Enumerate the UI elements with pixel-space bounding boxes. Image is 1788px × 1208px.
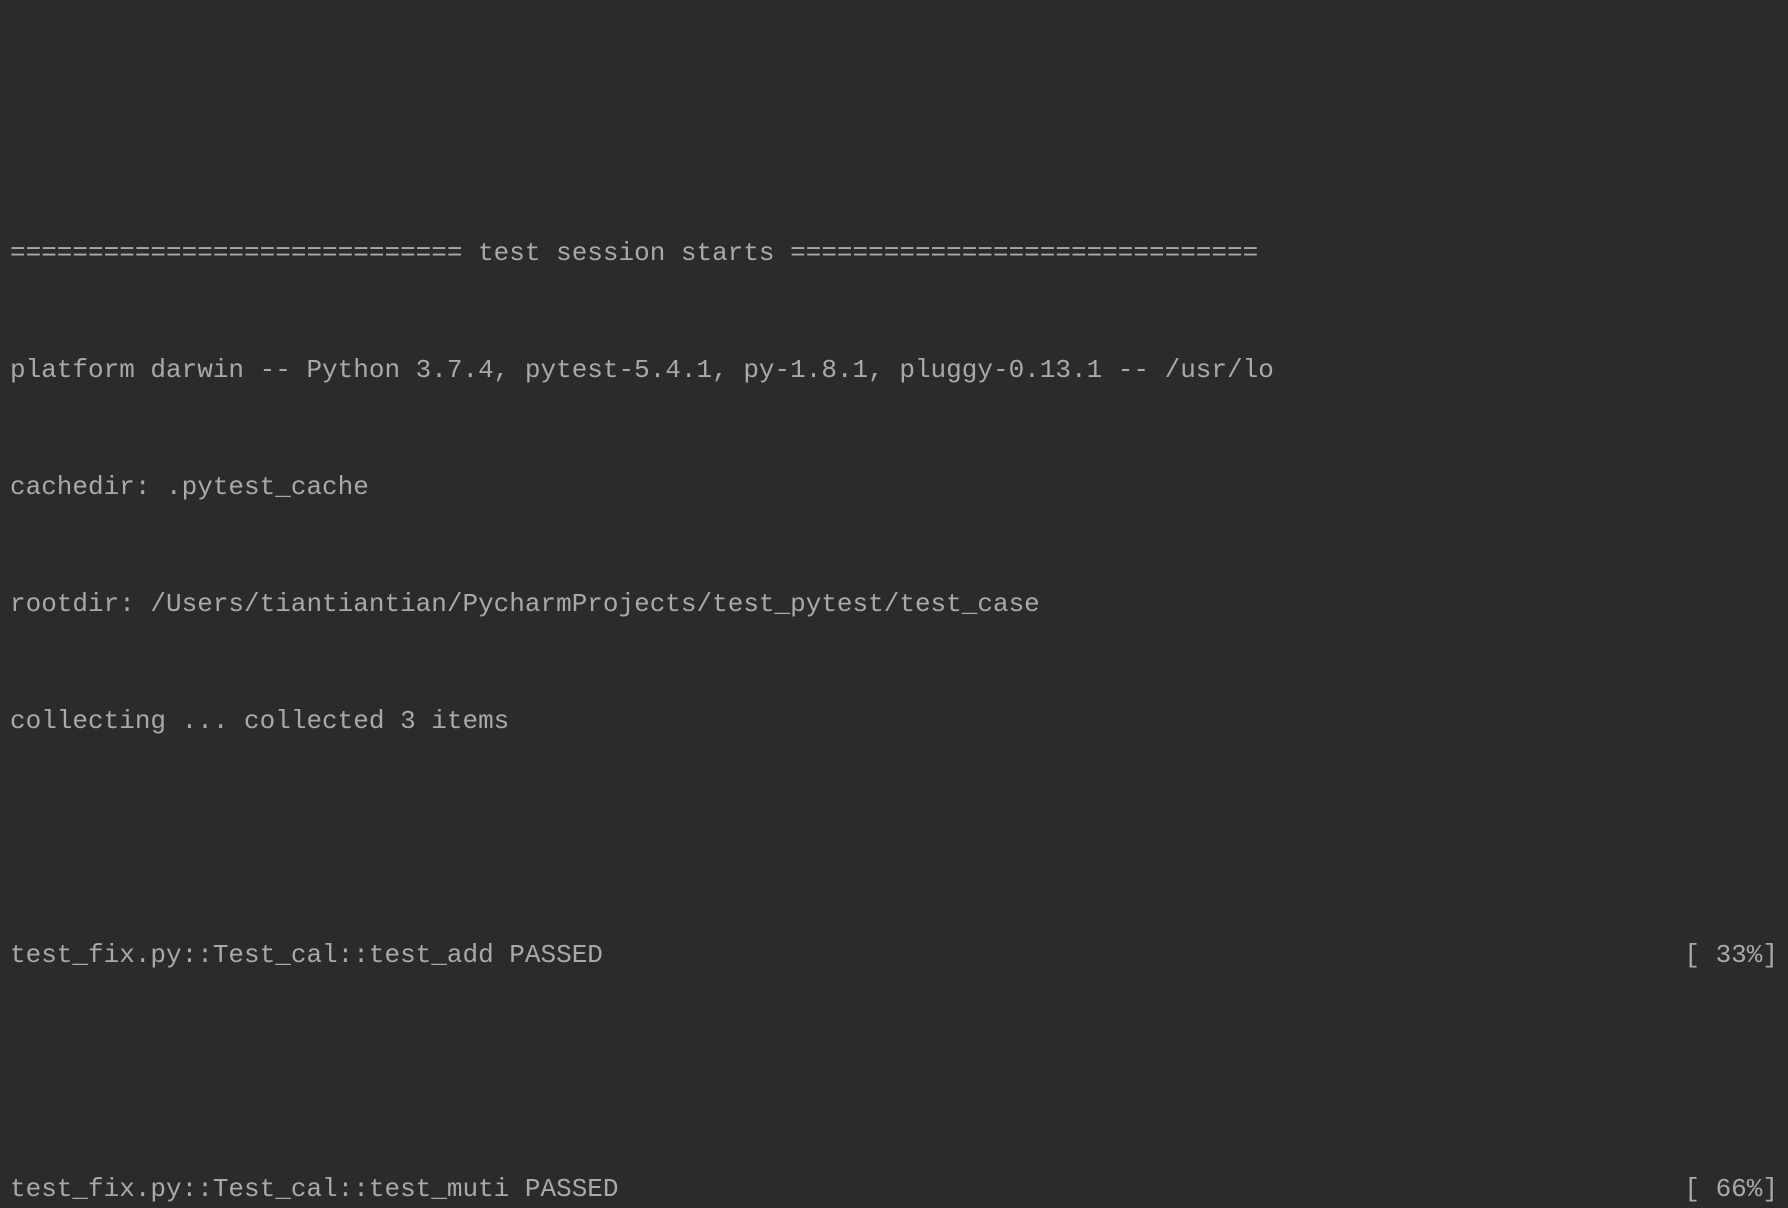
test-name: test_fix.py::Test_cal::test_add PASSED bbox=[10, 936, 603, 975]
test-result-row: test_fix.py::Test_cal::test_add PASSED [… bbox=[10, 936, 1778, 975]
test-name: test_fix.py::Test_cal::test_muti PASSED bbox=[10, 1170, 619, 1208]
session-header: ============================= test sessi… bbox=[10, 234, 1778, 273]
test-result-row: test_fix.py::Test_cal::test_muti PASSED … bbox=[10, 1170, 1778, 1208]
blank-line bbox=[10, 1053, 1778, 1092]
collecting-info: collecting ... collected 3 items bbox=[10, 702, 1778, 741]
terminal-output: ============================= test sessi… bbox=[0, 156, 1788, 1208]
blank-line bbox=[10, 819, 1778, 858]
platform-info: platform darwin -- Python 3.7.4, pytest-… bbox=[10, 351, 1778, 390]
test-percent: [ 66%] bbox=[1684, 1170, 1778, 1208]
rootdir-info: rootdir: /Users/tiantiantian/PycharmProj… bbox=[10, 585, 1778, 624]
test-percent: [ 33%] bbox=[1684, 936, 1778, 975]
cachedir-info: cachedir: .pytest_cache bbox=[10, 468, 1778, 507]
